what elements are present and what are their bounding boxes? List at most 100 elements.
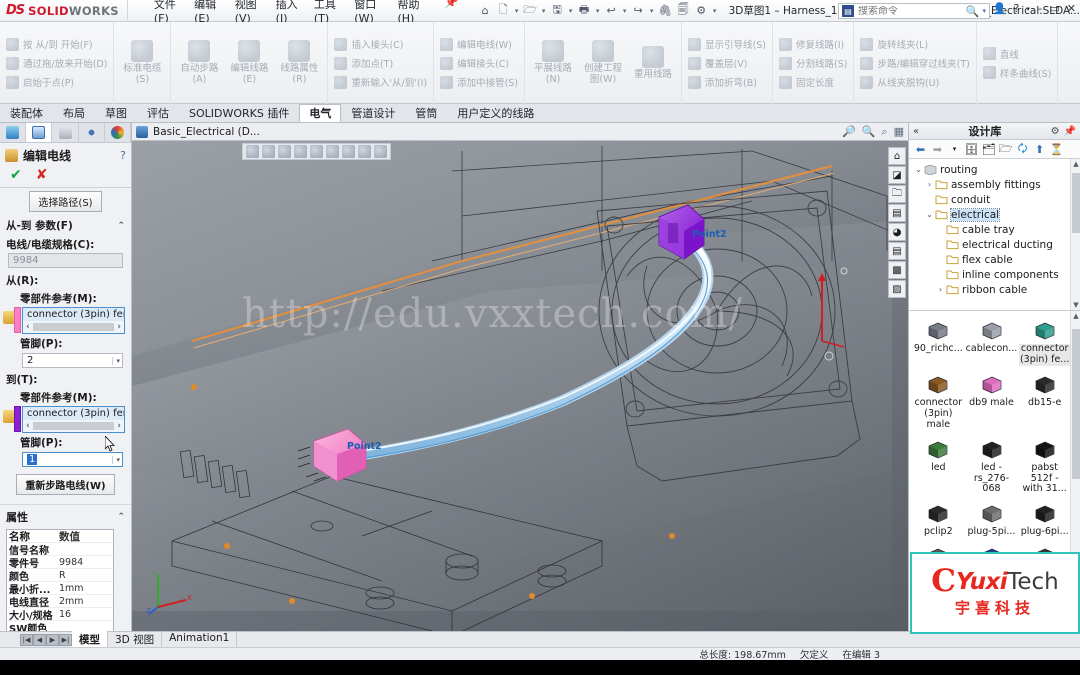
command-manager-tabs[interactable]: 装配体 布局 草图 评估 SOLIDWORKS 插件 电气 管道设计 管筒 用户定义的线路 <box>0 104 1080 123</box>
account-icon[interactable]: 👤 <box>993 2 1007 15</box>
tab-布局[interactable]: 布局 <box>53 104 95 122</box>
tree-node-ribbon-cable[interactable]: › ribbon cable <box>909 282 1080 297</box>
component-icon[interactable]: 🗐 <box>675 2 692 19</box>
pin-icon[interactable]: 📌 <box>1064 126 1076 137</box>
quick-access-toolbar[interactable]: ⌂ 🗋 ▾ 🗁 ▾ 🖫 ▾ 🖶 ▾ ↩ ▾ ↪ ▾ 🖇 🗐 ⚙ ▾ <box>477 2 719 19</box>
accept-button[interactable]: ✔ <box>10 167 22 183</box>
back-icon[interactable]: ⬅ <box>914 143 927 156</box>
library-item-pclip2[interactable]: pclip2 <box>913 500 964 541</box>
appearance-scene-icon[interactable]: ▨ <box>888 280 906 298</box>
chevron-up-icon[interactable]: ⌃ <box>117 221 125 231</box>
previous-view-icon[interactable] <box>278 145 291 158</box>
create-folder-icon[interactable]: 🗂 <box>982 143 996 156</box>
refresh-icon[interactable]: 🗘 <box>1016 142 1029 156</box>
zoom-to-fit-icon[interactable] <box>246 145 259 158</box>
tree-node-electrical[interactable]: ⌄ electrical <box>909 207 1080 222</box>
ribbon-button-route-properties-icon[interactable]: 线路属性(R) <box>274 38 324 88</box>
design-library-icon[interactable]: ▤ <box>888 204 906 222</box>
ribbon-button-auto-route-icon[interactable]: 自动步路(A) <box>174 38 224 88</box>
next-icon[interactable]: › <box>117 421 121 431</box>
tab-电气[interactable]: 电气 <box>299 104 342 122</box>
search-icon[interactable]: 🔍 <box>966 5 980 18</box>
undo-icon[interactable]: ↩ <box>603 2 620 19</box>
file-explorer-icon[interactable]: ▤ <box>888 242 906 260</box>
to-component-selection-box[interactable]: connector (3pin) fen ‹ › <box>22 406 125 433</box>
ribbon-button-spline-icon[interactable]: 样条曲线(S) <box>980 65 1054 81</box>
ribbon-button-add-bend-icon[interactable]: 添加折弯(B) <box>685 74 769 90</box>
color-wheel-icon[interactable]: ◕ <box>888 223 906 241</box>
window-controls[interactable]: 👤 ? ▾ – ▭ ✕ <box>993 2 1076 15</box>
tree-node-assembly-fittings[interactable]: › assembly fittings <box>909 177 1080 192</box>
bottom-tabs[interactable]: 模型 3D 视图 Animation1 <box>72 631 238 648</box>
prev-icon[interactable]: ‹ <box>26 421 30 431</box>
chevron-down-icon[interactable]: ▾ <box>648 2 656 19</box>
tab-管道设计[interactable]: 管道设计 <box>341 104 405 122</box>
appearance-icon[interactable]: ◪ <box>888 166 906 184</box>
tab-管筒[interactable]: 管筒 <box>405 104 447 122</box>
forward-icon[interactable]: ➡ <box>931 143 944 156</box>
tab-nav-buttons[interactable]: |◀ ◀ ▶ ▶| <box>20 633 72 646</box>
chevron-down-icon[interactable]: ▾ <box>1026 5 1030 13</box>
from-pin-combo[interactable]: 2 ▾ <box>22 353 123 368</box>
ribbon-button-add-point-icon[interactable]: 添加点(T) <box>331 55 430 71</box>
display-icon[interactable]: ▦ <box>894 125 904 139</box>
search-input[interactable] <box>858 5 958 17</box>
gear-icon[interactable]: ⚙ <box>1051 126 1060 137</box>
next-icon[interactable]: › <box>117 322 121 332</box>
chevron-right-icon[interactable]: › <box>924 180 935 189</box>
magnify-icon[interactable]: ⌕ <box>881 125 887 139</box>
chevron-down-icon[interactable]: ▾ <box>621 2 629 19</box>
chevron-down-icon[interactable]: ▾ <box>112 356 120 365</box>
tab-SOLIDWORKS 插件[interactable]: SOLIDWORKS 插件 <box>179 104 299 122</box>
hide-show-icon[interactable] <box>342 145 355 158</box>
chevron-down-icon[interactable]: ▾ <box>982 7 986 15</box>
3d-canvas[interactable]: http://edu.vxxtech.com/ Point2 Point2 ⌂ … <box>132 141 908 631</box>
viewport-tab-icons[interactable]: 🔎 🔍 ⌕ ▦ <box>842 125 904 139</box>
home-icon[interactable]: ⌂ <box>888 147 906 165</box>
ribbon-button-unhook-clip-icon[interactable]: 从线夹脱钩(U) <box>857 74 972 90</box>
save-icon[interactable]: 🖫 <box>549 2 566 19</box>
redo-icon[interactable]: ↪ <box>630 2 647 19</box>
select-route-button[interactable]: 选择路径(S) <box>29 191 102 212</box>
tree-node-inline-components[interactable]: inline components <box>909 267 1080 282</box>
ribbon-button-add-splice-icon[interactable]: 添加中接管(S) <box>437 74 521 90</box>
chevron-down-icon[interactable]: ▾ <box>594 2 602 19</box>
section-properties[interactable]: 属性 ⌃ <box>0 504 131 527</box>
viewport-task-icons[interactable]: ⌂ ◪ 🗀 ▤ ◕ ▤ ▩ ▨ <box>888 147 906 298</box>
tree-scroll-thumb[interactable] <box>1072 173 1080 233</box>
design-library-tree[interactable]: ⌄ routing › assembly fittings conduit ⌄ electr… <box>909 159 1080 311</box>
library-item-pabst-512f-with-31-[interactable]: pabst 512f - with 31... <box>1019 436 1070 499</box>
scroll-down-icon[interactable]: ▼ <box>1072 301 1080 309</box>
section-view-icon[interactable] <box>294 145 307 158</box>
ribbon-button-reimport-from-to-icon[interactable]: 重新输入'从/到'(I) <box>331 74 430 90</box>
last-tab-icon[interactable]: ▶| <box>59 633 72 646</box>
dimxpert-tab[interactable] <box>79 123 105 142</box>
library-item-connector-3pin-fe-[interactable]: connector (3pin) fe... <box>1019 317 1070 369</box>
library-item-90_richc-[interactable]: 90_richc... <box>913 317 964 369</box>
confirm-bar[interactable]: ✔ ✘ <box>0 166 131 188</box>
filter-icon[interactable]: ⏳ <box>1050 143 1064 156</box>
library-item-cablecon-[interactable]: cablecon... <box>966 317 1017 369</box>
tree-node-electrical-ducting[interactable]: electrical ducting <box>909 237 1080 252</box>
prev-tab-icon[interactable]: ◀ <box>33 633 46 646</box>
tree-node-conduit[interactable]: conduit <box>909 192 1080 207</box>
from-selection-nav[interactable]: ‹ › <box>23 321 124 333</box>
library-scroll-thumb[interactable] <box>1072 329 1080 479</box>
ribbon-button-route-from-to-icon[interactable]: 按 从/到 开始(F) <box>3 36 110 52</box>
first-tab-icon[interactable]: |◀ <box>20 633 33 646</box>
scroll-up-icon[interactable]: ▲ <box>1072 160 1080 168</box>
chevron-down-icon[interactable]: ▾ <box>112 455 120 464</box>
appearance-icon[interactable] <box>358 145 371 158</box>
ribbon-button-covering-icon[interactable]: 覆盖层(V) <box>685 55 769 71</box>
ribbon-button-rotate-clip-icon[interactable]: 旋转线夹(L) <box>857 36 972 52</box>
library-item-led[interactable]: led <box>913 436 964 499</box>
tree-node-routing[interactable]: ⌄ routing <box>909 162 1080 177</box>
command-search[interactable]: ▤ 🔍 ▾ <box>838 3 990 19</box>
add-to-library-icon[interactable]: 🗄 <box>965 143 979 156</box>
mate-icon[interactable]: 🖇 <box>657 2 674 19</box>
help-icon[interactable]: ? <box>1014 2 1020 15</box>
chevron-down-icon[interactable]: ⌄ <box>924 210 935 219</box>
open-folder-icon[interactable]: 🗀 <box>888 185 906 203</box>
ribbon-button-create-drawing-icon[interactable]: 创建工程图(W) <box>578 38 628 88</box>
ribbon-button-route-through-clip-icon[interactable]: 步路/编辑穿过线夹(T) <box>857 55 972 71</box>
